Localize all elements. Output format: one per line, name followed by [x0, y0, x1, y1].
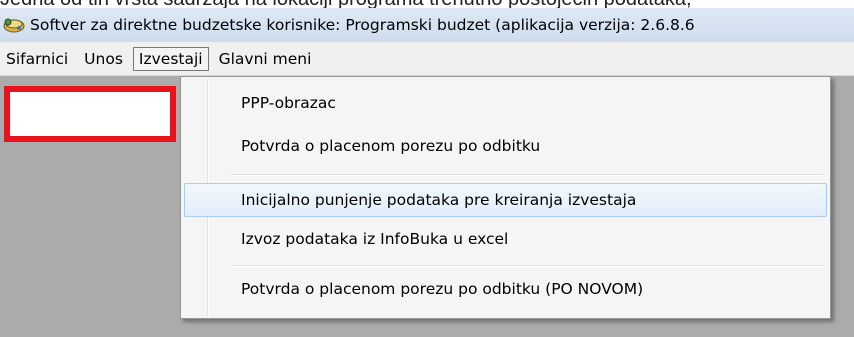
- menu-bar: Sifarnici Unos Izvestaji Glavni meni: [0, 42, 854, 76]
- menu-item-ppp-obrazac[interactable]: PPP-obrazac: [184, 87, 827, 121]
- izvestaji-dropdown-menu: PPP-obrazac Potvrda o placenom porezu po…: [180, 76, 831, 319]
- window-title: Softver za direktne budzetske korisnike:…: [30, 16, 695, 34]
- menu-sifarnici[interactable]: Sifarnici: [0, 47, 76, 71]
- menu-item-izvoz-excel[interactable]: Izvoz podataka iz InfoBuka u excel: [184, 223, 827, 257]
- menu-item-potvrda-porez[interactable]: Potvrda o placenom porezu po odbitku: [184, 130, 827, 164]
- menu-glavni-meni[interactable]: Glavni meni: [211, 47, 320, 71]
- menu-separator: [231, 265, 824, 267]
- menu-izvestaji[interactable]: Izvestaji: [132, 46, 209, 71]
- menu-separator: [231, 174, 824, 176]
- highlight-box: [4, 86, 176, 142]
- menu-unos[interactable]: Unos: [76, 47, 131, 71]
- menu-item-inicijalno-punjenje[interactable]: Inicijalno punjenje podataka pre kreiran…: [184, 183, 827, 217]
- app-icon: [3, 18, 25, 33]
- title-bar: Softver za direktne budzetske korisnike:…: [0, 8, 854, 42]
- menu-item-potvrda-po-novom[interactable]: Potvrda o placenom porezu po odbitku (PO…: [184, 273, 827, 307]
